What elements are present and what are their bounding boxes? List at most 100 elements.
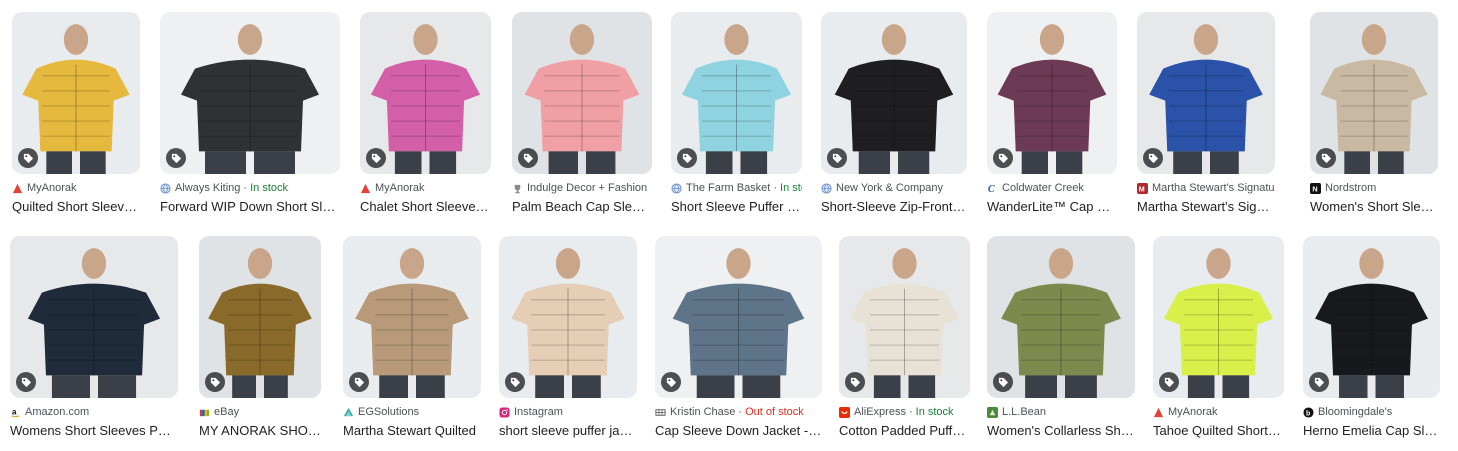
result-source[interactable]: MyAnorak bbox=[1153, 405, 1284, 419]
result-title[interactable]: Forward WIP Down Short Sleeve bbox=[160, 198, 340, 216]
source-name: Coldwater Creek bbox=[1002, 182, 1084, 194]
globe-icon bbox=[821, 182, 832, 194]
result-thumbnail[interactable] bbox=[499, 236, 637, 398]
image-result-card[interactable]: The Farm Basket·In stock Short Sleeve Puf… bbox=[671, 12, 802, 222]
result-source[interactable]: AliExpress · In stock bbox=[839, 405, 970, 419]
result-source[interactable]: The Farm Basket·In stock bbox=[671, 181, 802, 195]
result-title[interactable]: Short-Sleeve Zip-Front Puffer bbox=[821, 198, 967, 216]
result-title[interactable]: Womens Short Sleeves Puffer bbox=[10, 422, 178, 440]
result-thumbnail[interactable] bbox=[987, 12, 1117, 174]
result-source[interactable]: a Amazon.com bbox=[10, 405, 178, 419]
image-result-card[interactable]: MyAnorak Chalet Short Sleeve Jacket bbox=[360, 12, 491, 222]
source-name: EGSolutions bbox=[358, 406, 420, 418]
image-result-card[interactable]: a Amazon.com Womens Short Sleeves Puffer bbox=[10, 236, 178, 446]
result-source[interactable]: MyAnorak bbox=[360, 181, 491, 195]
image-result-card[interactable]: New York & Company Short-Sleeve Zip-Front… bbox=[821, 12, 967, 222]
source-name: eBay bbox=[214, 406, 240, 418]
image-result-card[interactable]: b Bloomingdale's Herno Emelia Cap Sleeve bbox=[1303, 236, 1440, 446]
separator-dot: · bbox=[738, 406, 743, 418]
result-title[interactable]: Quilted Short Sleeve Vest bbox=[12, 198, 140, 216]
source-name: Martha Stewart's Signature bbox=[1152, 182, 1275, 194]
image-result-card[interactable]: C Coldwater Creek WanderLite™ Cap Sleeve bbox=[987, 12, 1117, 222]
red-triangle-icon bbox=[360, 183, 371, 194]
image-result-card[interactable]: M Martha Stewart's Signature Martha Stewar… bbox=[1137, 12, 1275, 222]
source-name: Always Kiting bbox=[175, 182, 241, 194]
grid-icon bbox=[655, 407, 666, 418]
result-title[interactable]: Tahoe Quilted Short Sleeve bbox=[1153, 422, 1284, 440]
result-thumbnail[interactable] bbox=[343, 236, 481, 398]
image-results-row-2: a Amazon.com Womens Short Sleeves Puffer eB… bbox=[0, 236, 1458, 446]
globe-icon bbox=[160, 182, 171, 194]
result-source[interactable]: EGSolutions bbox=[343, 405, 481, 419]
red-triangle-icon bbox=[12, 183, 23, 194]
result-source[interactable]: New York & Company bbox=[821, 181, 967, 195]
svg-text:b: b bbox=[1306, 410, 1310, 417]
result-thumbnail[interactable] bbox=[987, 236, 1135, 398]
result-thumbnail[interactable] bbox=[160, 12, 340, 174]
product-tag-icon bbox=[827, 148, 847, 168]
separator-dot: · bbox=[773, 182, 778, 194]
image-result-card[interactable]: Indulge Decor + Fashion Palm Beach Cap Sl… bbox=[512, 12, 652, 222]
result-title[interactable]: short sleeve puffer jacket bbox=[499, 422, 637, 440]
egsolutions-icon bbox=[343, 407, 354, 418]
result-thumbnail[interactable] bbox=[1153, 236, 1284, 398]
product-tag-icon bbox=[349, 372, 369, 392]
result-source[interactable]: N Nordstrom bbox=[1310, 181, 1438, 195]
result-thumbnail[interactable] bbox=[655, 236, 822, 398]
instagram-icon bbox=[499, 406, 510, 418]
result-title[interactable]: WanderLite™ Cap Sleeve bbox=[987, 198, 1117, 216]
result-source[interactable]: C Coldwater Creek bbox=[987, 181, 1117, 195]
result-thumbnail[interactable] bbox=[1137, 12, 1275, 174]
result-source[interactable]: M Martha Stewart's Signature bbox=[1137, 181, 1275, 195]
result-title[interactable]: Short Sleeve Puffer Vest bbox=[671, 198, 802, 216]
image-result-card[interactable]: L.L.Bean Women's Collarless Short Sleeve bbox=[987, 236, 1135, 446]
product-tag-icon bbox=[205, 372, 225, 392]
result-title[interactable]: Chalet Short Sleeve Jacket bbox=[360, 198, 491, 216]
result-title[interactable]: Women's Short Sleeve bbox=[1310, 198, 1438, 216]
svg-text:M: M bbox=[1139, 184, 1145, 193]
result-thumbnail[interactable] bbox=[12, 12, 140, 174]
result-title[interactable]: MY ANORAK SHORT SLEEVE bbox=[199, 422, 321, 440]
result-title[interactable]: Martha Stewart Quilted bbox=[343, 422, 481, 440]
result-thumbnail[interactable] bbox=[10, 236, 178, 398]
result-source[interactable]: Kristin Chase · Out of stock bbox=[655, 405, 822, 419]
image-result-card[interactable]: Always Kiting · In stock Forward WIP Down S… bbox=[160, 12, 340, 222]
result-title[interactable]: Women's Collarless Short Sleeve bbox=[987, 422, 1135, 440]
result-source[interactable]: Indulge Decor + Fashion bbox=[512, 181, 652, 195]
result-thumbnail[interactable] bbox=[839, 236, 970, 398]
result-title[interactable]: Cap Sleeve Down Jacket - Blue bbox=[655, 422, 822, 440]
result-source[interactable]: L.L.Bean bbox=[987, 405, 1135, 419]
product-tag-icon bbox=[845, 372, 865, 392]
image-result-card[interactable]: MyAnorak Quilted Short Sleeve Vest bbox=[12, 12, 140, 222]
result-thumbnail[interactable] bbox=[671, 12, 802, 174]
result-thumbnail[interactable] bbox=[821, 12, 967, 174]
result-title[interactable]: Cotton Padded Puffer Vest bbox=[839, 422, 970, 440]
image-result-card[interactable]: N Nordstrom Women's Short Sleeve bbox=[1310, 12, 1438, 222]
product-tag-icon bbox=[661, 372, 681, 392]
image-result-card[interactable]: EGSolutions Martha Stewart Quilted bbox=[343, 236, 481, 446]
image-result-card[interactable]: Kristin Chase · Out of stock Cap Sleeve Dow… bbox=[655, 236, 822, 446]
source-name: MyAnorak bbox=[375, 182, 425, 194]
result-thumbnail[interactable] bbox=[1303, 236, 1440, 398]
aliexpress-icon bbox=[839, 406, 850, 418]
result-source[interactable]: b Bloomingdale's bbox=[1303, 405, 1440, 419]
b-letter-icon: b bbox=[1303, 406, 1314, 418]
result-source[interactable]: Always Kiting · In stock bbox=[160, 181, 340, 195]
n-letter-icon: N bbox=[1310, 182, 1321, 194]
result-thumbnail[interactable] bbox=[199, 236, 321, 398]
result-source[interactable]: eBay bbox=[199, 405, 321, 419]
result-title[interactable]: Palm Beach Cap Sleeve bbox=[512, 198, 652, 216]
result-thumbnail[interactable] bbox=[1310, 12, 1438, 174]
result-thumbnail[interactable] bbox=[360, 12, 491, 174]
image-result-card[interactable]: eBay MY ANORAK SHORT SLEEVE bbox=[199, 236, 321, 446]
result-thumbnail[interactable] bbox=[512, 12, 652, 174]
image-result-card[interactable]: MyAnorak Tahoe Quilted Short Sleeve bbox=[1153, 236, 1284, 446]
product-tag-icon bbox=[16, 372, 36, 392]
result-title[interactable]: Herno Emelia Cap Sleeve bbox=[1303, 422, 1440, 440]
result-source[interactable]: Instagram bbox=[499, 405, 637, 419]
result-title[interactable]: Martha Stewart's Signature bbox=[1137, 198, 1275, 216]
image-result-card[interactable]: AliExpress · In stock Cotton Padded Puffer … bbox=[839, 236, 970, 446]
image-results-row-1: MyAnorak Quilted Short Sleeve Vest Always … bbox=[0, 12, 1458, 222]
image-result-card[interactable]: Instagram short sleeve puffer jacket bbox=[499, 236, 637, 446]
result-source[interactable]: MyAnorak bbox=[12, 181, 140, 195]
